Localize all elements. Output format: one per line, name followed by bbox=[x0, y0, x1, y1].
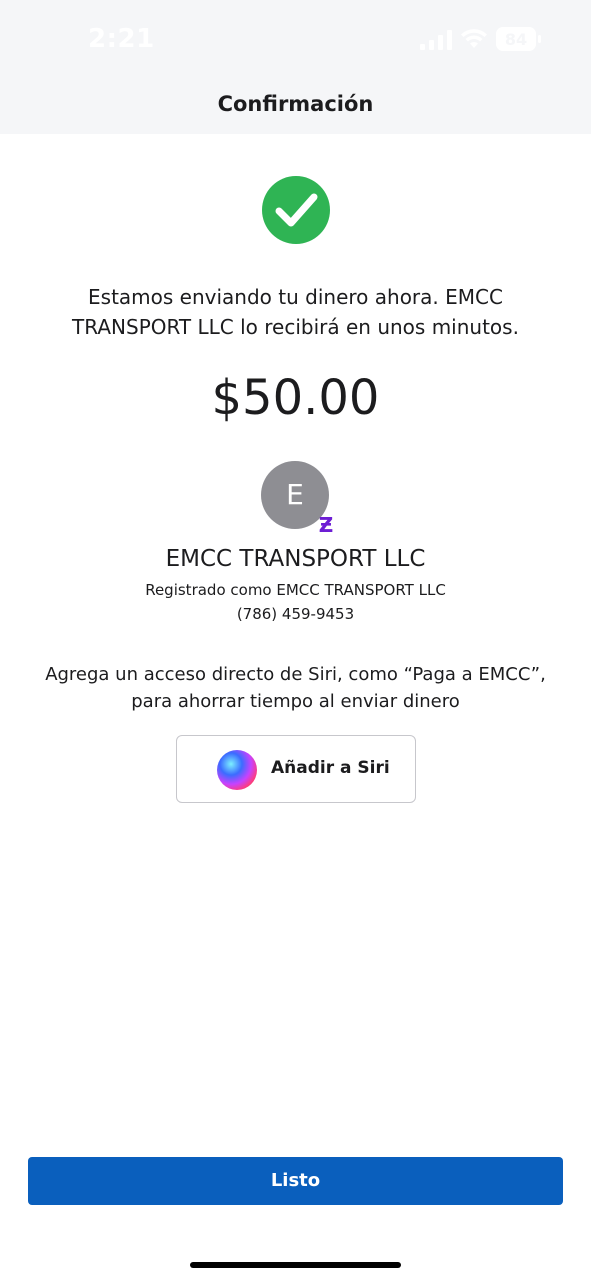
page-title: Confirmación bbox=[217, 92, 374, 116]
success-checkmark-icon bbox=[262, 176, 330, 244]
wifi-icon bbox=[461, 29, 487, 48]
done-button[interactable]: Listo bbox=[28, 1157, 563, 1205]
recipient-registered-name: Registrado como EMCC TRANSPORT LLC bbox=[145, 581, 446, 599]
siri-icon bbox=[217, 750, 257, 790]
add-to-siri-label: Añadir a Siri bbox=[271, 758, 390, 778]
status-time: 2:21 bbox=[88, 24, 155, 54]
recipient-phone: (786) 459-9453 bbox=[236, 605, 355, 623]
battery-icon: 84 bbox=[496, 27, 541, 51]
add-to-siri-button[interactable]: Añadir a Siri bbox=[176, 735, 416, 803]
battery-level-text: 84 bbox=[505, 30, 527, 49]
siri-shortcut-prompt: Agrega un acceso directo de Siri, como “… bbox=[45, 664, 546, 712]
home-indicator[interactable] bbox=[190, 1262, 401, 1268]
payment-amount: $50.00 bbox=[211, 370, 380, 426]
recipient-name: EMCC TRANSPORT LLC bbox=[165, 546, 426, 572]
zelle-badge-icon: Ƶ bbox=[318, 513, 334, 537]
cellular-signal-icon bbox=[420, 30, 452, 50]
confirmation-message: Estamos enviando tu dinero ahora. EMCC T… bbox=[72, 285, 519, 339]
navigation-bar: Confirmación bbox=[0, 80, 591, 134]
status-bar: 2:21 84 bbox=[0, 0, 591, 80]
